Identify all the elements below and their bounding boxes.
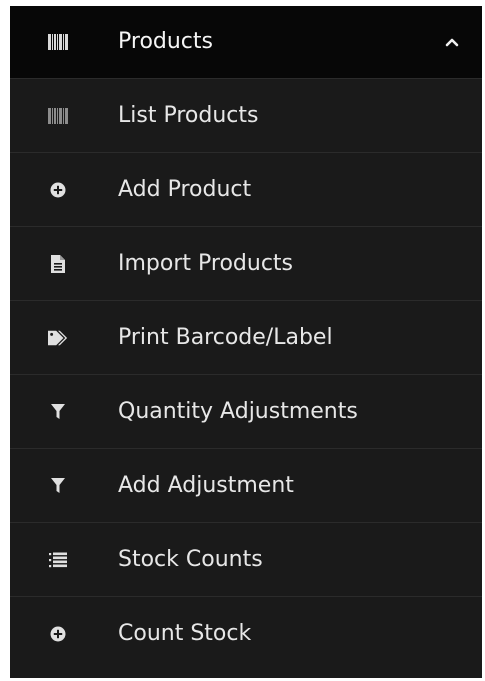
filter-icon bbox=[48, 402, 68, 422]
plus-circle-icon bbox=[48, 180, 68, 200]
chevron-up-icon[interactable] bbox=[444, 34, 460, 50]
list-ol-icon bbox=[48, 550, 68, 570]
menu-item-print-barcode-label[interactable]: Print Barcode/Label bbox=[10, 300, 482, 374]
menu-item-count-stock[interactable]: Count Stock bbox=[10, 596, 482, 670]
barcode-icon bbox=[48, 106, 68, 126]
menu-item-label: Stock Counts bbox=[118, 546, 263, 572]
menu-item-stock-counts[interactable]: Stock Counts bbox=[10, 522, 482, 596]
menu-item-list-products[interactable]: List Products bbox=[10, 78, 482, 152]
products-menu: Products List Products Add Product Impor… bbox=[10, 6, 482, 678]
products-menu-header[interactable]: Products bbox=[10, 6, 482, 78]
menu-item-label: List Products bbox=[118, 102, 259, 128]
filter-icon bbox=[48, 476, 68, 496]
file-icon bbox=[48, 254, 68, 274]
menu-item-import-products[interactable]: Import Products bbox=[10, 226, 482, 300]
menu-item-add-product[interactable]: Add Product bbox=[10, 152, 482, 226]
plus-circle-icon bbox=[48, 624, 68, 644]
menu-item-label: Quantity Adjustments bbox=[118, 398, 358, 424]
tags-icon bbox=[48, 328, 68, 348]
menu-item-label: Print Barcode/Label bbox=[118, 324, 333, 350]
barcode-icon bbox=[48, 32, 68, 52]
menu-item-label: Import Products bbox=[118, 250, 294, 276]
products-menu-header-label: Products bbox=[118, 29, 213, 54]
menu-item-add-adjustment[interactable]: Add Adjustment bbox=[10, 448, 482, 522]
menu-item-label: Add Adjustment bbox=[118, 472, 294, 498]
menu-item-label: Add Product bbox=[118, 176, 252, 202]
menu-item-quantity-adjustments[interactable]: Quantity Adjustments bbox=[10, 374, 482, 448]
menu-item-label: Count Stock bbox=[118, 620, 252, 646]
